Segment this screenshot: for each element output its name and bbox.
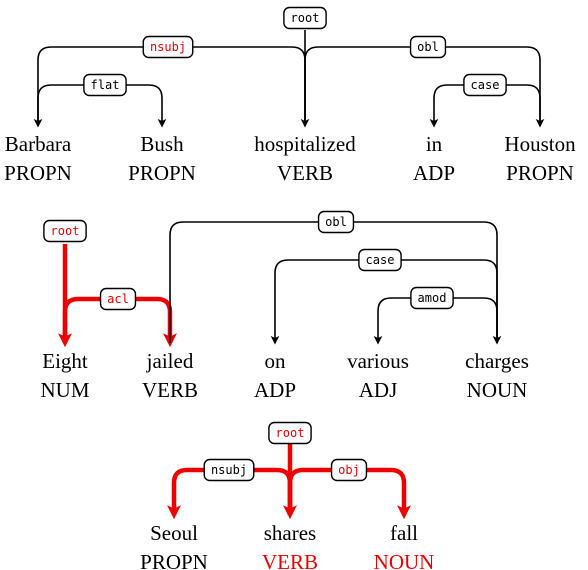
- word-text: shares: [264, 521, 316, 545]
- arc-label-text: nsubj: [150, 40, 186, 54]
- tree-1-token: in ADP: [413, 132, 455, 185]
- pos-tag-text: ADP: [254, 378, 296, 402]
- tree-2-token: jailed VERB: [142, 349, 198, 402]
- tree-2-token: on ADP: [254, 349, 296, 402]
- tree-3-token: shares VERB: [262, 521, 318, 570]
- arc-label-text: acl: [107, 292, 129, 306]
- arc-label-text: flat: [91, 78, 120, 92]
- arc-label-text: obj: [338, 463, 360, 477]
- arc-label-text: root: [51, 224, 80, 238]
- word-text: Seoul: [150, 521, 198, 545]
- tree-2: root acl obl case amod Eight NUM jailed VERB on AD…: [40, 210, 529, 402]
- word-text: jailed: [146, 349, 194, 373]
- tree-3-token: Seoul PROPN: [140, 521, 208, 570]
- pos-tag-text: PROPN: [506, 161, 574, 185]
- tree-2-label-obl: obl: [317, 210, 355, 234]
- word-text: Barbara: [5, 132, 72, 156]
- word-text: Eight: [42, 349, 88, 373]
- word-text: in: [426, 132, 443, 156]
- dependency-trees-figure: root nsubj flat obl case Barbara PROPN Bush PROP…: [0, 0, 588, 570]
- arc-line-tail: [288, 259, 498, 343]
- tree-1-label-root: root: [283, 6, 327, 30]
- word-text: various: [347, 349, 409, 373]
- tree-2-label-case: case: [358, 248, 402, 272]
- tree-2-label-root: root: [43, 219, 87, 243]
- arc-line-head: [390, 467, 411, 520]
- pos-tag-text: ADJ: [359, 378, 398, 402]
- tree-3-label-root: root: [268, 421, 312, 445]
- tree-1-token: Bush PROPN: [128, 132, 196, 185]
- word-text: charges: [465, 349, 529, 373]
- pos-tag-text: VERB: [142, 378, 198, 402]
- pos-tag-text: PROPN: [128, 161, 196, 185]
- tree-1-token: hospitalized VERB: [254, 132, 356, 185]
- word-text: Bush: [140, 132, 184, 156]
- tree-1-label-case: case: [463, 73, 507, 97]
- tree-1-label-obl: obl: [409, 35, 447, 59]
- arc-line-head: [483, 221, 502, 345]
- pos-tag-text: NOUN: [467, 378, 528, 402]
- tree-2-label-amod: amod: [410, 286, 454, 310]
- tree-2-arc-case: [270, 259, 498, 345]
- word-text: fall: [390, 521, 418, 545]
- tree-1-label-flat: flat: [83, 73, 127, 97]
- tree-3-token: fall NOUN: [374, 521, 435, 570]
- arc-label-text: root: [276, 426, 305, 440]
- word-text: on: [265, 349, 287, 373]
- tree-1-label-nsubj: nsubj: [142, 35, 194, 59]
- arc-label-text: obl: [417, 40, 439, 54]
- tree-1-token: Barbara PROPN: [4, 132, 72, 185]
- arc-line-head: [373, 297, 392, 345]
- pos-tag-text: NOUN: [374, 550, 435, 570]
- arc-label-text: case: [366, 253, 395, 267]
- arc-label-text: amod: [418, 291, 447, 305]
- tree-2-arc-obl: [169, 221, 502, 345]
- arc-line-head: [167, 467, 188, 520]
- arc-line-head: [270, 259, 289, 345]
- tree-3-label-obj: obj: [330, 458, 368, 482]
- arc-line-tail: [169, 221, 484, 343]
- word-text: hospitalized: [254, 132, 356, 156]
- word-text: Houston: [504, 132, 576, 156]
- arc-line-head: [156, 296, 177, 348]
- dependency-trees-canvas: root nsubj flat obl case Barbara PROPN Bush PROP…: [4, 6, 576, 570]
- pos-tag-text: VERB: [277, 161, 333, 185]
- pos-tag-text: NUM: [40, 378, 89, 402]
- arc-line-head: [148, 84, 167, 128]
- arc-label-text: root: [291, 11, 320, 25]
- tree-3-label-nsubj: nsubj: [203, 458, 255, 482]
- tree-1-arc-nsubj: [33, 46, 306, 128]
- arc-label-text: obl: [325, 215, 347, 229]
- pos-tag-text: PROPN: [4, 161, 72, 185]
- tree-3: root nsubj obj Seoul PROPN shares VERB fall NOUN: [140, 421, 435, 570]
- arc-label-text: nsubj: [211, 463, 247, 477]
- tree-1-token: Houston PROPN: [504, 132, 576, 185]
- arc-label-text: case: [471, 78, 500, 92]
- pos-tag-text: PROPN: [140, 550, 208, 570]
- pos-tag-text: ADP: [413, 161, 455, 185]
- tree-1: root nsubj flat obl case Barbara PROPN Bush PROP…: [4, 6, 576, 185]
- tree-2-token: charges NOUN: [465, 349, 529, 402]
- tree-2-label-acl: acl: [99, 287, 137, 311]
- tree-2-token: various ADJ: [347, 349, 409, 402]
- pos-tag-text: VERB: [262, 550, 318, 570]
- arc-line-head: [429, 84, 448, 128]
- tree-2-token: Eight NUM: [40, 349, 89, 402]
